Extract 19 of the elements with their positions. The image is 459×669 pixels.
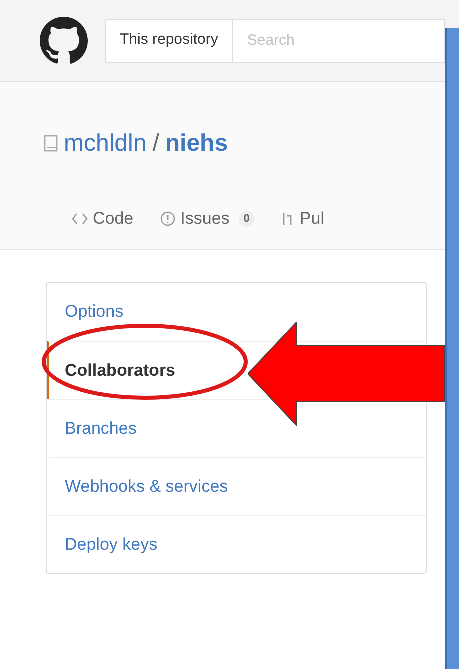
arrow-icon	[248, 322, 445, 426]
repo-name-link[interactable]: niehs	[165, 126, 228, 162]
menu-item[interactable]: Deploy keys	[65, 532, 158, 558]
menu-item[interactable]: Collaborators	[65, 358, 176, 384]
book-icon	[44, 135, 58, 153]
search-scope-label: This repository	[105, 18, 234, 62]
count-badge: 0	[238, 210, 255, 227]
menu-item[interactable]: Webhooks & services	[65, 474, 228, 500]
repo-tab[interactable]: Issues 0	[160, 206, 255, 232]
repo-tab[interactable]: Pul	[280, 206, 324, 232]
info-circle-icon	[160, 210, 176, 227]
repo-tab[interactable]: Code	[72, 206, 134, 232]
menu-item[interactable]: Options	[65, 299, 124, 325]
repo-owner-link[interactable]: mchldln	[64, 126, 147, 162]
menu-item[interactable]: Branches	[65, 416, 137, 442]
octocat-logo-icon[interactable]	[40, 16, 88, 64]
path-separator: /	[152, 129, 160, 159]
search-field[interactable]: Search	[233, 18, 445, 62]
code-icon	[72, 212, 88, 225]
